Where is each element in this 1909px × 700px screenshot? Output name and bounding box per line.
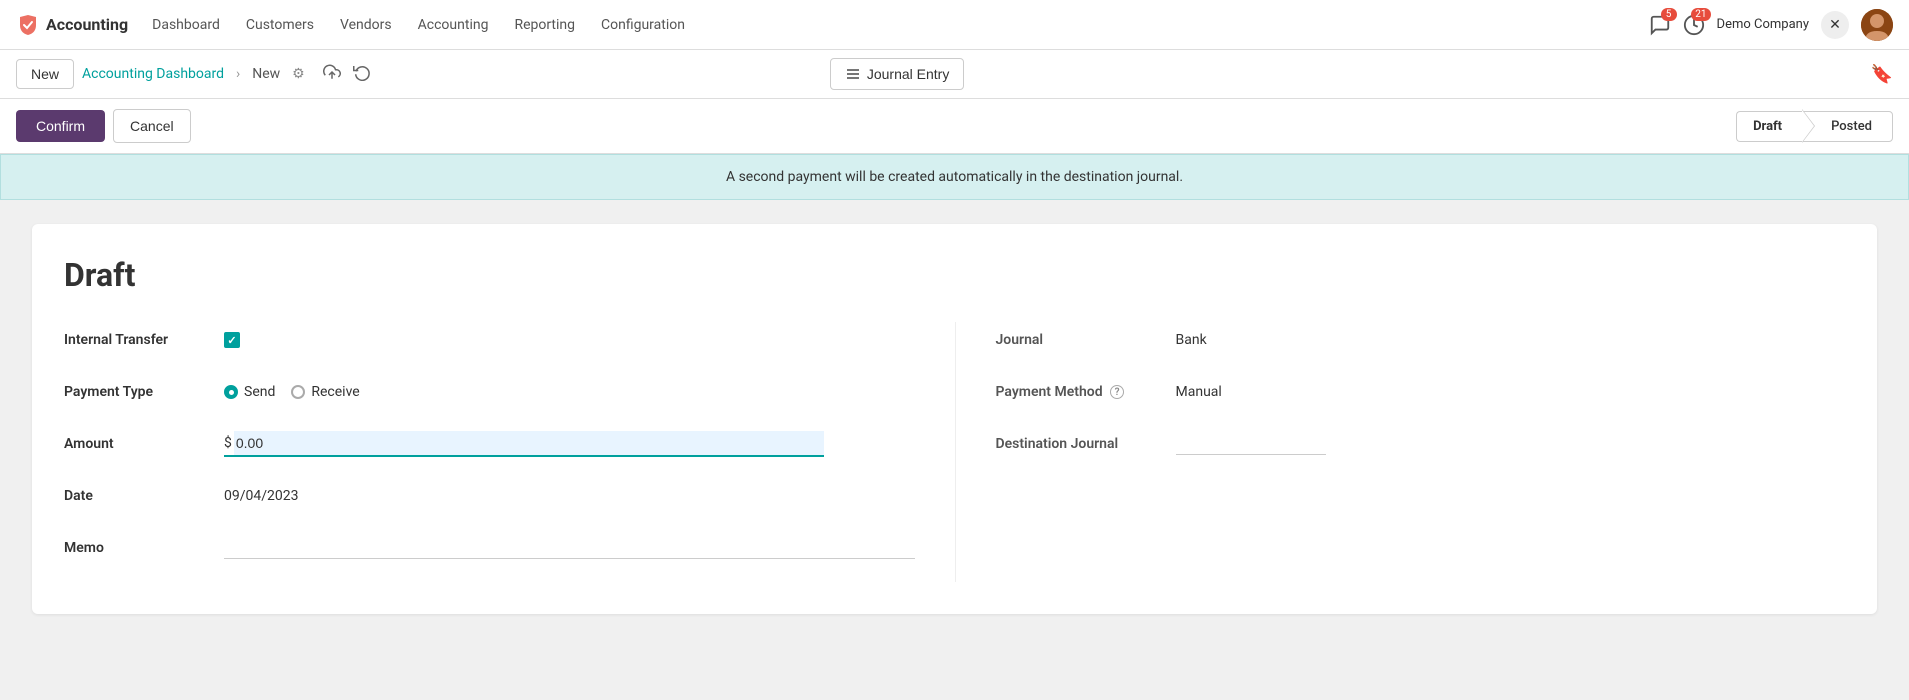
radio-receive-icon bbox=[291, 385, 305, 399]
journal-entry-button[interactable]: Journal Entry bbox=[830, 58, 964, 90]
memo-label: Memo bbox=[64, 540, 224, 556]
nav-vendors[interactable]: Vendors bbox=[328, 11, 404, 39]
journal-entry-label: Journal Entry bbox=[867, 66, 949, 82]
payment-type-row: Payment Type Send Receive bbox=[64, 374, 915, 410]
payment-method-row: Payment Method ? Manual bbox=[996, 374, 1846, 410]
status-draft[interactable]: Draft bbox=[1736, 111, 1802, 142]
internal-transfer-checkbox[interactable] bbox=[224, 332, 240, 348]
payment-type-group: Send Receive bbox=[224, 384, 360, 400]
activity-button[interactable]: 21 bbox=[1683, 14, 1705, 36]
banner-message: A second payment will be created automat… bbox=[726, 169, 1183, 185]
toolbar: New Accounting Dashboard › New ⚙ Journal… bbox=[0, 50, 1909, 99]
user-avatar[interactable] bbox=[1861, 9, 1893, 41]
form-right: Journal Bank Payment Method ? Manual Des… bbox=[955, 322, 1846, 582]
confirm-button[interactable]: Confirm bbox=[16, 110, 105, 142]
nav-customers[interactable]: Customers bbox=[234, 11, 326, 39]
status-posted[interactable]: Posted bbox=[1802, 111, 1893, 142]
status-bar: Draft Posted bbox=[1736, 111, 1893, 142]
gear-icon[interactable]: ⚙ bbox=[292, 66, 305, 82]
journal-row: Journal Bank bbox=[996, 322, 1846, 358]
nav-dashboard[interactable]: Dashboard bbox=[140, 11, 232, 39]
close-button[interactable]: ✕ bbox=[1821, 11, 1849, 39]
amount-prefix: $ bbox=[224, 435, 232, 451]
radio-send-icon bbox=[224, 385, 238, 399]
upload-button[interactable] bbox=[321, 61, 343, 88]
topbar-right: 5 21 Demo Company ✕ bbox=[1649, 9, 1893, 41]
nav-reporting[interactable]: Reporting bbox=[502, 11, 587, 39]
internal-transfer-label: Internal Transfer bbox=[64, 332, 224, 348]
destination-journal-value[interactable] bbox=[1176, 433, 1326, 455]
nav-accounting[interactable]: Accounting bbox=[406, 11, 501, 39]
app-logo[interactable]: Accounting bbox=[16, 13, 128, 37]
top-navbar: Accounting Dashboard Customers Vendors A… bbox=[0, 0, 1909, 50]
amount-input[interactable] bbox=[234, 431, 824, 455]
payment-type-receive-label: Receive bbox=[311, 384, 359, 400]
internal-transfer-row: Internal Transfer bbox=[64, 322, 915, 358]
new-button[interactable]: New bbox=[16, 59, 74, 89]
breadcrumb-separator: › bbox=[236, 66, 240, 82]
form-left: Internal Transfer Payment Type Send Rece… bbox=[64, 322, 955, 582]
payment-type-send[interactable]: Send bbox=[224, 384, 275, 400]
payment-method-label: Payment Method ? bbox=[996, 384, 1176, 400]
main-content: Draft Internal Transfer Payment Type Sen… bbox=[0, 200, 1909, 700]
app-name: Accounting bbox=[46, 15, 128, 34]
payment-method-help-icon[interactable]: ? bbox=[1110, 385, 1124, 399]
toolbar-icons bbox=[321, 61, 373, 88]
messages-button[interactable]: 5 bbox=[1649, 14, 1671, 36]
payment-type-label: Payment Type bbox=[64, 384, 224, 400]
action-bar: Confirm Cancel Draft Posted bbox=[0, 99, 1909, 154]
bookmark-icon[interactable]: 🔖 bbox=[1871, 64, 1893, 85]
date-row: Date 09/04/2023 bbox=[64, 478, 915, 514]
activity-badge: 21 bbox=[1691, 8, 1710, 21]
breadcrumb-home[interactable]: Accounting Dashboard bbox=[82, 66, 224, 82]
destination-journal-label: Destination Journal bbox=[996, 436, 1176, 452]
journal-value[interactable]: Bank bbox=[1176, 332, 1207, 348]
journal-label: Journal bbox=[996, 332, 1176, 348]
amount-input-wrapper[interactable]: $ bbox=[224, 431, 824, 457]
amount-row: Amount $ bbox=[64, 426, 915, 462]
company-name[interactable]: Demo Company bbox=[1717, 17, 1809, 32]
main-nav: Dashboard Customers Vendors Accounting R… bbox=[140, 11, 1644, 39]
payment-type-receive[interactable]: Receive bbox=[291, 384, 359, 400]
status-draft-label: Draft bbox=[1753, 119, 1782, 134]
nav-configuration[interactable]: Configuration bbox=[589, 11, 697, 39]
payment-type-send-label: Send bbox=[244, 384, 275, 400]
date-value[interactable]: 09/04/2023 bbox=[224, 488, 915, 504]
breadcrumb-current: New bbox=[252, 66, 280, 82]
undo-button[interactable] bbox=[351, 61, 373, 88]
form-title: Draft bbox=[64, 256, 1845, 294]
form-card: Draft Internal Transfer Payment Type Sen… bbox=[32, 224, 1877, 614]
form-section: Internal Transfer Payment Type Send Rece… bbox=[64, 322, 1845, 582]
status-posted-label: Posted bbox=[1831, 119, 1872, 134]
memo-row: Memo bbox=[64, 530, 915, 566]
amount-label: Amount bbox=[64, 436, 224, 452]
memo-value[interactable] bbox=[224, 537, 915, 559]
date-label: Date bbox=[64, 488, 224, 504]
info-banner: A second payment will be created automat… bbox=[0, 154, 1909, 200]
payment-method-value[interactable]: Manual bbox=[1176, 384, 1222, 400]
messages-badge: 5 bbox=[1661, 8, 1677, 21]
cancel-button[interactable]: Cancel bbox=[113, 109, 191, 143]
destination-journal-row: Destination Journal bbox=[996, 426, 1846, 462]
